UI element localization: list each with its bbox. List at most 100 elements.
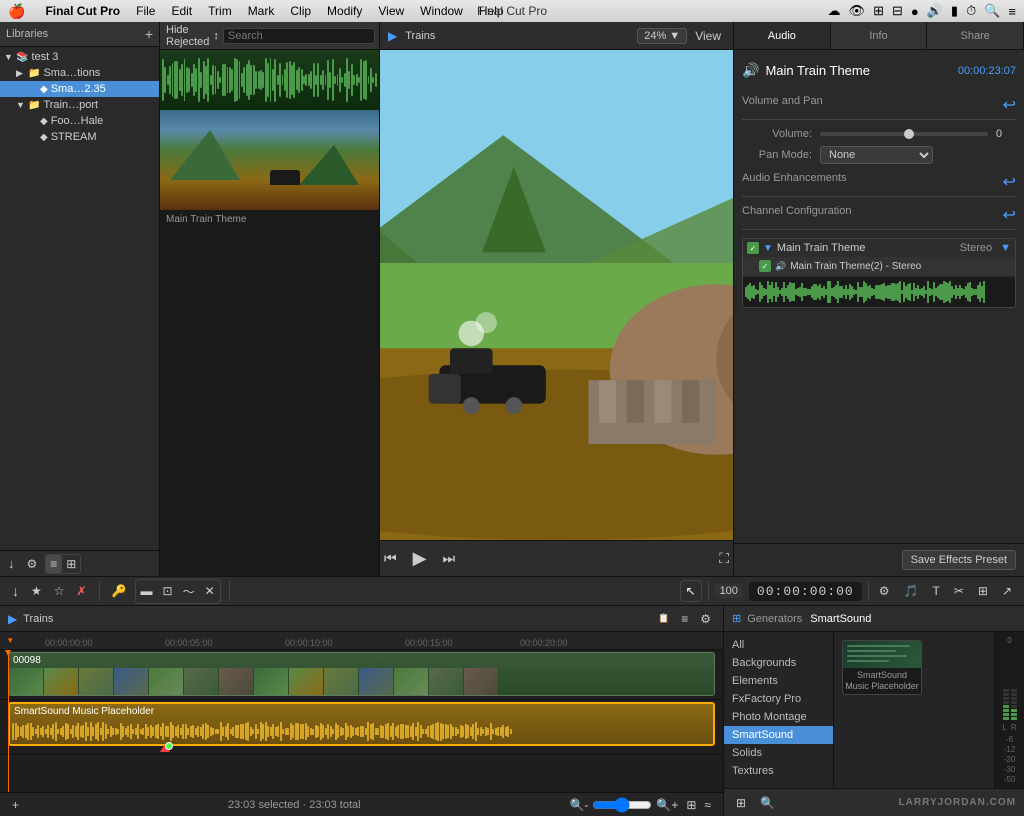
library-item-train-port[interactable]: ▼ 📁 Train…port bbox=[0, 97, 159, 113]
inspector-clip-title: Main Train Theme bbox=[765, 63, 870, 78]
menu-icon[interactable]: ≡ bbox=[1008, 4, 1016, 19]
browser-search-input[interactable] bbox=[223, 28, 375, 44]
browser-panel: Hide Rejected ↕ // Generate waveform bar… bbox=[160, 22, 380, 576]
zoom-in-button[interactable]: 🔍+ bbox=[652, 796, 682, 814]
cat-elements[interactable]: Elements bbox=[724, 672, 833, 690]
zoom-out-button[interactable]: 🔍- bbox=[565, 796, 592, 814]
library-item-label: Sma…tions bbox=[43, 67, 100, 79]
skimming-button[interactable]: ≈ bbox=[700, 796, 715, 814]
generator-thumbnail[interactable]: SmartSoundMusic Placeholder bbox=[842, 640, 922, 695]
tab-share[interactable]: Share bbox=[927, 22, 1024, 49]
menu-view[interactable]: View bbox=[378, 4, 404, 18]
grid-view-button[interactable]: ⊞ bbox=[62, 555, 80, 573]
tool-b[interactable]: 🎵 bbox=[900, 582, 923, 600]
zoom-level[interactable]: 24% ▼ bbox=[637, 28, 687, 44]
app-name-menu[interactable]: Final Cut Pro bbox=[45, 4, 120, 18]
db-meter: 0 bbox=[994, 632, 1024, 788]
clip-appearance-button[interactable]: ⊞ bbox=[682, 796, 700, 814]
list-view-button[interactable]: ≡ bbox=[46, 555, 62, 573]
add-to-timeline-button[interactable]: ↓ bbox=[8, 581, 23, 601]
view-menu-button[interactable]: View bbox=[691, 27, 725, 45]
search-menu-icon[interactable]: 🔍 bbox=[984, 3, 1000, 19]
tool-a[interactable]: ⚙ bbox=[875, 582, 894, 600]
fullscreen-button[interactable]: ⛶ bbox=[715, 548, 733, 569]
tab-info[interactable]: Info bbox=[831, 22, 928, 49]
channel-row-1[interactable]: ✓ ▼ Main Train Theme Stereo ▼ bbox=[743, 239, 1015, 257]
menu-file[interactable]: File bbox=[136, 4, 155, 18]
tab-smartsound[interactable]: SmartSound bbox=[810, 613, 871, 625]
cat-photo-montage[interactable]: Photo Montage bbox=[724, 708, 833, 726]
tool-d[interactable]: ✂ bbox=[950, 582, 968, 600]
channel-config-reset[interactable]: ↩ bbox=[1003, 205, 1016, 225]
tab-generators[interactable]: Generators bbox=[747, 613, 802, 625]
aw-bar bbox=[242, 724, 244, 738]
clip-thumb-6 bbox=[184, 668, 219, 696]
menu-modify[interactable]: Modify bbox=[327, 4, 362, 18]
menu-edit[interactable]: Edit bbox=[171, 4, 192, 18]
timeline-tracks[interactable]: 00098 bbox=[0, 650, 723, 792]
apple-menu-icon[interactable]: 🍎 bbox=[8, 3, 25, 20]
libraries-add-icon[interactable]: + bbox=[145, 26, 153, 42]
volume-pan-reset[interactable]: ↩ bbox=[1003, 95, 1016, 115]
aw-bar bbox=[157, 724, 159, 739]
speaker-small-icon: 🔊 bbox=[775, 261, 786, 272]
library-item-foo-hale[interactable]: ◆ Foo…Hale bbox=[0, 113, 159, 129]
play-button[interactable]: ▶ bbox=[409, 546, 431, 571]
meter-bar bbox=[1003, 689, 1009, 692]
filter-button[interactable]: ⚙ bbox=[23, 555, 42, 573]
cat-all[interactable]: All bbox=[724, 636, 833, 654]
video-clip[interactable]: 00098 bbox=[8, 652, 715, 696]
channel-checkbox-1[interactable]: ✓ bbox=[747, 242, 759, 254]
audio-enhancements-reset[interactable]: ↩ bbox=[1003, 172, 1016, 192]
import-button[interactable]: ↓ bbox=[4, 554, 19, 573]
library-item-sma-tions[interactable]: ▶ 📁 Sma…tions bbox=[0, 65, 159, 81]
unfavorite-button[interactable]: ☆ bbox=[50, 582, 69, 600]
volume-slider[interactable] bbox=[820, 132, 988, 136]
filmstrip-view-button[interactable]: ▬ bbox=[137, 582, 157, 600]
menu-clip[interactable]: Clip bbox=[290, 4, 311, 18]
channel-row-2[interactable]: ✓ 🔊 Main Train Theme(2) - Stereo bbox=[743, 257, 1015, 275]
footer-icons: ⊞ 🔍 bbox=[732, 794, 779, 812]
share-button[interactable]: ↗ bbox=[998, 582, 1016, 600]
keyword-button[interactable]: 🔑 bbox=[108, 582, 131, 600]
library-item-sma235[interactable]: ◆ Sma…2.35 bbox=[0, 81, 159, 97]
favorite-button[interactable]: ★ bbox=[27, 582, 46, 600]
menu-window[interactable]: Window bbox=[420, 4, 463, 18]
library-item-test3[interactable]: ▼ 📚 test 3 bbox=[0, 49, 159, 65]
cat-textures[interactable]: Textures bbox=[724, 762, 833, 780]
timeline-collapse-button[interactable]: ≡ bbox=[677, 610, 692, 628]
go-to-end-button[interactable]: ⏭ bbox=[438, 548, 459, 569]
footer-add-button[interactable]: ⊞ bbox=[732, 794, 750, 812]
footer-search-button[interactable]: 🔍 bbox=[756, 794, 779, 812]
cat-fxfactory-pro[interactable]: FxFactory Pro bbox=[724, 690, 833, 708]
pointer-tool-button[interactable]: ↖ bbox=[682, 582, 700, 600]
pan-mode-select[interactable]: None Stereo Left/Right Surround bbox=[820, 146, 933, 164]
timeline-options-button[interactable]: ⚙ bbox=[696, 610, 715, 628]
aw-bar bbox=[332, 729, 334, 734]
reject-button[interactable]: ✗ bbox=[73, 582, 91, 600]
channel-name-2: Main Train Theme(2) - Stereo bbox=[790, 261, 1011, 272]
none-view-button[interactable]: ✕ bbox=[201, 582, 219, 600]
timeline-add-button[interactable]: + bbox=[8, 796, 23, 814]
channel-menu-icon[interactable]: ▼ bbox=[1000, 242, 1011, 254]
cat-solids[interactable]: Solids bbox=[724, 744, 833, 762]
angle-view-button[interactable]: ⊡ bbox=[159, 582, 177, 600]
timeline-settings-button[interactable]: 📋 bbox=[654, 611, 673, 626]
save-effects-preset-button[interactable]: Save Effects Preset bbox=[902, 550, 1016, 570]
cat-backgrounds[interactable]: Backgrounds bbox=[724, 654, 833, 672]
tab-audio[interactable]: Audio bbox=[734, 22, 831, 49]
channel-checkbox-2[interactable]: ✓ bbox=[759, 260, 771, 272]
tool-c[interactable]: T bbox=[928, 582, 943, 600]
aw-bar bbox=[427, 726, 429, 736]
menu-trim[interactable]: Trim bbox=[208, 4, 232, 18]
menu-mark[interactable]: Mark bbox=[248, 4, 275, 18]
library-item-stream[interactable]: ◆ STREAM bbox=[0, 129, 159, 145]
go-to-start-button[interactable]: ⏮ bbox=[380, 548, 401, 569]
library-item-label: Foo…Hale bbox=[51, 115, 104, 127]
cat-smartsound[interactable]: SmartSound bbox=[724, 726, 833, 744]
view-toggle-group: ▬ ⊡ 〜 ✕ bbox=[135, 579, 221, 604]
zoom-slider[interactable] bbox=[592, 797, 652, 813]
tool-e[interactable]: ⊞ bbox=[974, 582, 992, 600]
audio-clip[interactable]: SmartSound Music Placeholder document.cu… bbox=[8, 702, 715, 746]
audio-view-button[interactable]: 〜 bbox=[179, 581, 199, 602]
